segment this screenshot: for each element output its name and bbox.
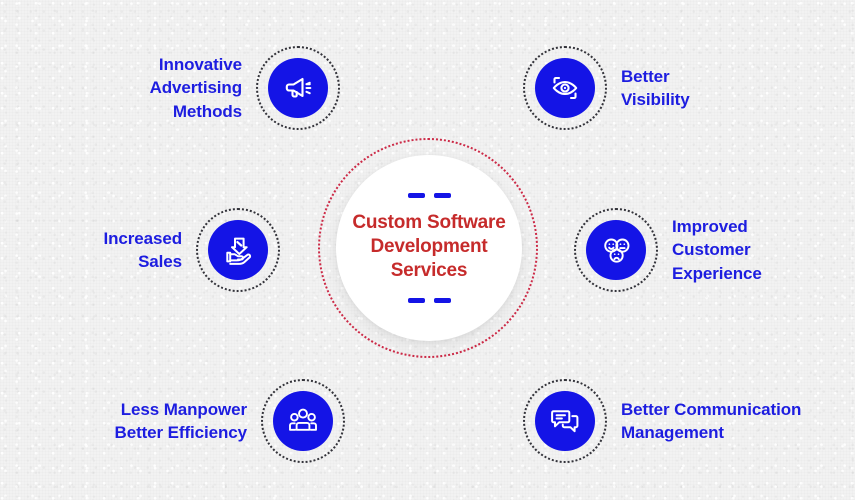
node-label: Improved Customer Experience <box>672 217 762 283</box>
emoji-faces-icon <box>586 220 646 280</box>
chat-bubbles-icon <box>535 391 595 451</box>
node-label: Better Communication Management <box>621 399 802 442</box>
icon-dotted-ring <box>261 379 345 463</box>
node-label: Increased Sales <box>103 228 183 271</box>
dash-mark <box>407 298 425 304</box>
center-hub: Custom Software Development Services <box>336 155 522 341</box>
infographic-canvas: Custom Software Development Services Inn… <box>0 0 855 500</box>
center-title: Custom Software Development Services <box>352 211 506 282</box>
node-label: Better Visibility <box>621 66 690 109</box>
hand-discount-arrow-icon <box>208 220 268 280</box>
center-dash-pair-top <box>407 192 451 198</box>
icon-dotted-ring <box>523 46 607 130</box>
eye-focus-icon <box>535 58 595 118</box>
icon-dotted-ring <box>196 208 280 292</box>
icon-dotted-ring <box>574 208 658 292</box>
icon-dotted-ring <box>256 46 340 130</box>
node-better-communication[interactable]: Better Communication Management <box>523 379 855 463</box>
dash-mark <box>433 192 451 198</box>
people-group-icon <box>273 391 333 451</box>
node-improved-customer[interactable]: Improved Customer Experience <box>574 208 854 292</box>
megaphone-icon <box>268 58 328 118</box>
center-dash-pair-bottom <box>407 298 451 304</box>
node-label: Innovative Advertising Methods <box>149 55 243 121</box>
node-increased-sales[interactable]: Increased Sales <box>0 208 280 292</box>
dash-mark <box>433 298 451 304</box>
node-label: Less Manpower Better Efficiency <box>114 399 248 442</box>
node-innovative-advertising[interactable]: Innovative Advertising Methods <box>30 46 340 130</box>
dash-mark <box>407 192 425 198</box>
node-better-visibility[interactable]: Better Visibility <box>523 46 833 130</box>
icon-dotted-ring <box>523 379 607 463</box>
node-less-manpower[interactable]: Less Manpower Better Efficiency <box>30 379 345 463</box>
